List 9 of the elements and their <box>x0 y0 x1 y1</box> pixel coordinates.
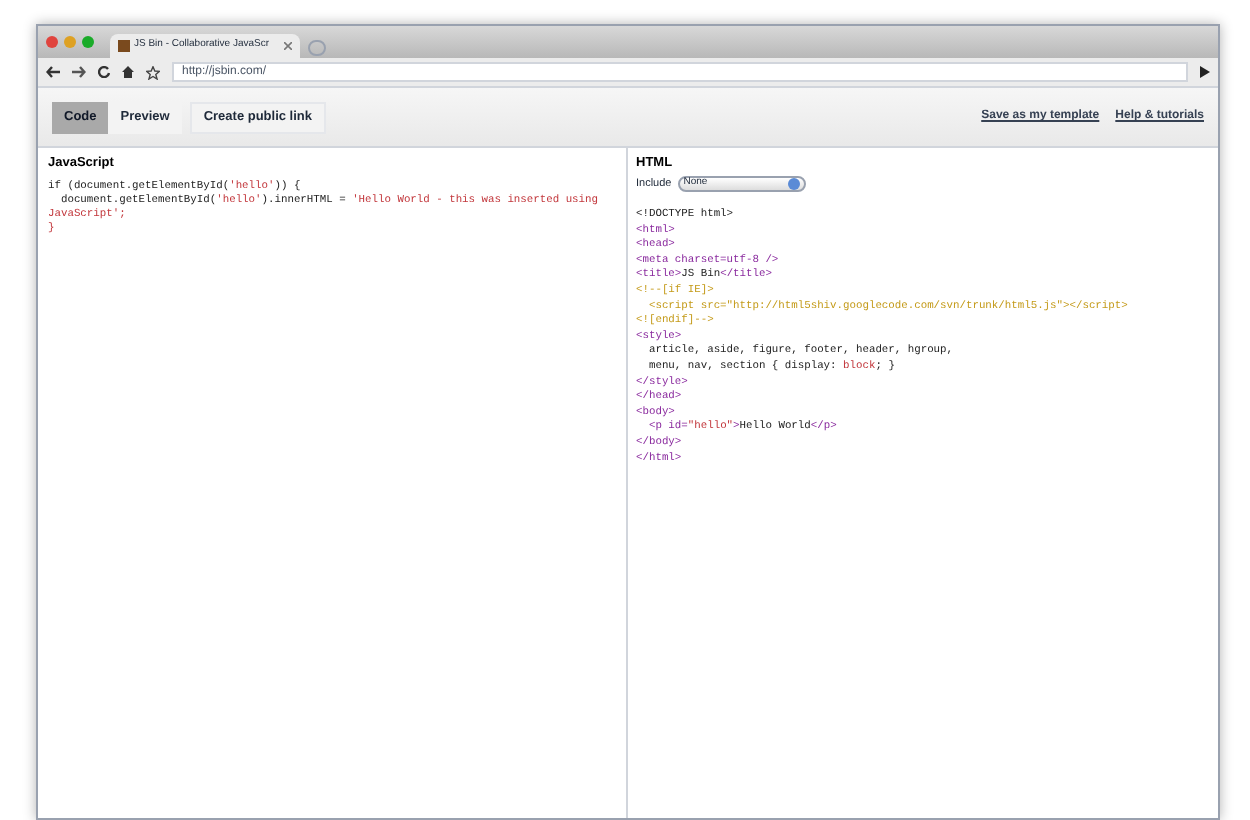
star-icon[interactable] <box>146 65 160 79</box>
forward-icon[interactable] <box>72 66 86 78</box>
back-icon[interactable] <box>46 66 60 78</box>
site-favicon <box>118 40 130 52</box>
close-window-icon[interactable] <box>46 36 58 48</box>
reload-icon[interactable] <box>98 66 110 78</box>
play-icon[interactable] <box>1200 66 1210 78</box>
home-icon[interactable] <box>122 66 134 78</box>
tab-close-icon[interactable] <box>284 42 292 50</box>
